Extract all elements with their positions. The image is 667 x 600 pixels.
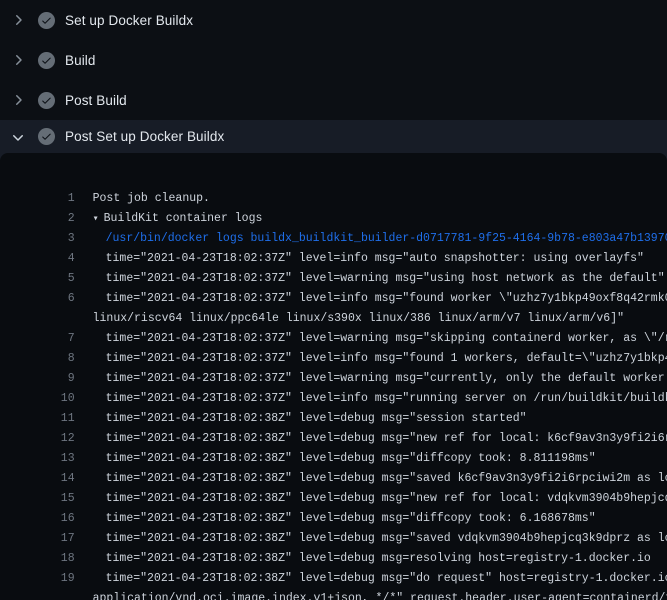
chevron-right-icon[interactable]: [10, 52, 26, 68]
log-line-number[interactable]: 13: [28, 449, 75, 469]
log-line-text: ▾time="2021-04-23T18:02:38Z" level=debug…: [75, 432, 667, 445]
step-row[interactable]: Build: [0, 40, 667, 80]
check-circle-icon: [38, 128, 55, 145]
log-line-text: ▾time="2021-04-23T18:02:38Z" level=debug…: [75, 552, 651, 565]
log-line-text: ▾time="2021-04-23T18:02:38Z" level=debug…: [75, 512, 596, 525]
log-line-text: ▾BuildKit container logs: [75, 212, 263, 225]
log-line-number[interactable]: 19: [28, 569, 75, 589]
log-line-text: ▾/usr/bin/docker logs buildx_buildkit_bu…: [75, 232, 667, 245]
log-line-number[interactable]: 14: [28, 469, 75, 489]
step-row[interactable]: Post Build: [0, 80, 667, 120]
log-lines: 1▾Post job cleanup. 2▾BuildKit container…: [0, 153, 667, 600]
log-line: 1▾Post job cleanup.: [0, 169, 667, 189]
log-line-number[interactable]: 15: [28, 489, 75, 509]
log-line-number[interactable]: 3: [28, 229, 75, 249]
log-line-text: ▾time="2021-04-23T18:02:38Z" level=debug…: [75, 452, 596, 465]
log-line-text: ▾time="2021-04-23T18:02:38Z" level=debug…: [75, 472, 667, 485]
log-line-text: ▾linux/riscv64 linux/ppc64le linux/s390x…: [75, 312, 624, 325]
log-line-text: ▾time="2021-04-23T18:02:37Z" level=info …: [75, 392, 667, 405]
log-line-text: ▾time="2021-04-23T18:02:38Z" level=debug…: [75, 492, 667, 505]
log-line-text: ▾time="2021-04-23T18:02:37Z" level=info …: [75, 252, 644, 265]
step-label: Post Build: [65, 93, 127, 108]
step-label: Build: [65, 53, 96, 68]
log-line-text: ▾Post job cleanup.: [75, 192, 210, 205]
log-line-text: ▾time="2021-04-23T18:02:38Z" level=debug…: [75, 412, 527, 425]
log-line-text: ▾time="2021-04-23T18:02:37Z" level=info …: [75, 352, 667, 365]
step-row[interactable]: Set up Docker Buildx: [0, 0, 667, 40]
expanded-step-header[interactable]: Post Set up Docker Buildx: [0, 120, 667, 153]
log-line-number[interactable]: 18: [28, 549, 75, 569]
log-line-text: ▾time="2021-04-23T18:02:37Z" level=warni…: [75, 272, 665, 285]
step-label: Set up Docker Buildx: [65, 13, 193, 28]
check-circle-icon: [38, 92, 55, 109]
log-line-text: ▾time="2021-04-23T18:02:38Z" level=debug…: [75, 532, 667, 545]
github-actions-log-viewer: Set up Docker Buildx Build Post Buil: [0, 0, 667, 600]
log-line-number[interactable]: 17: [28, 529, 75, 549]
log-line-text: ▾time="2021-04-23T18:02:37Z" level=info …: [75, 292, 667, 305]
log-line-number[interactable]: 11: [28, 409, 75, 429]
chevron-down-icon[interactable]: [10, 129, 26, 145]
chevron-right-icon[interactable]: [10, 12, 26, 28]
log-line-number[interactable]: 5: [28, 269, 75, 289]
log-container: 1▾Post job cleanup. 2▾BuildKit container…: [0, 153, 667, 600]
log-line-number[interactable]: 9: [28, 369, 75, 389]
log-line-number[interactable]: 8: [28, 349, 75, 369]
log-line-number[interactable]: 16: [28, 509, 75, 529]
log-line-number[interactable]: 10: [28, 389, 75, 409]
log-line-number[interactable]: 6: [28, 289, 75, 309]
check-circle-icon: [38, 52, 55, 69]
steps-list: Set up Docker Buildx Build Post Buil: [0, 0, 667, 120]
log-line-number[interactable]: 12: [28, 429, 75, 449]
log-line-text: ▾application/vnd.oci.image.index.v1+json…: [75, 592, 667, 600]
log-line-number[interactable]: 2: [28, 209, 75, 229]
chevron-right-icon[interactable]: [10, 92, 26, 108]
check-circle-icon: [38, 12, 55, 29]
expanded-step-label: Post Set up Docker Buildx: [65, 129, 224, 144]
log-line-number[interactable]: 7: [28, 329, 75, 349]
log-group-caret-icon[interactable]: ▾: [93, 214, 99, 225]
log-line-text: ▾time="2021-04-23T18:02:38Z" level=debug…: [75, 572, 667, 585]
log-line-number[interactable]: 1: [28, 189, 75, 209]
log-line-text: ▾time="2021-04-23T18:02:37Z" level=warni…: [75, 372, 667, 385]
log-line-number[interactable]: 4: [28, 249, 75, 269]
log-line-text: ▾time="2021-04-23T18:02:37Z" level=warni…: [75, 332, 667, 345]
